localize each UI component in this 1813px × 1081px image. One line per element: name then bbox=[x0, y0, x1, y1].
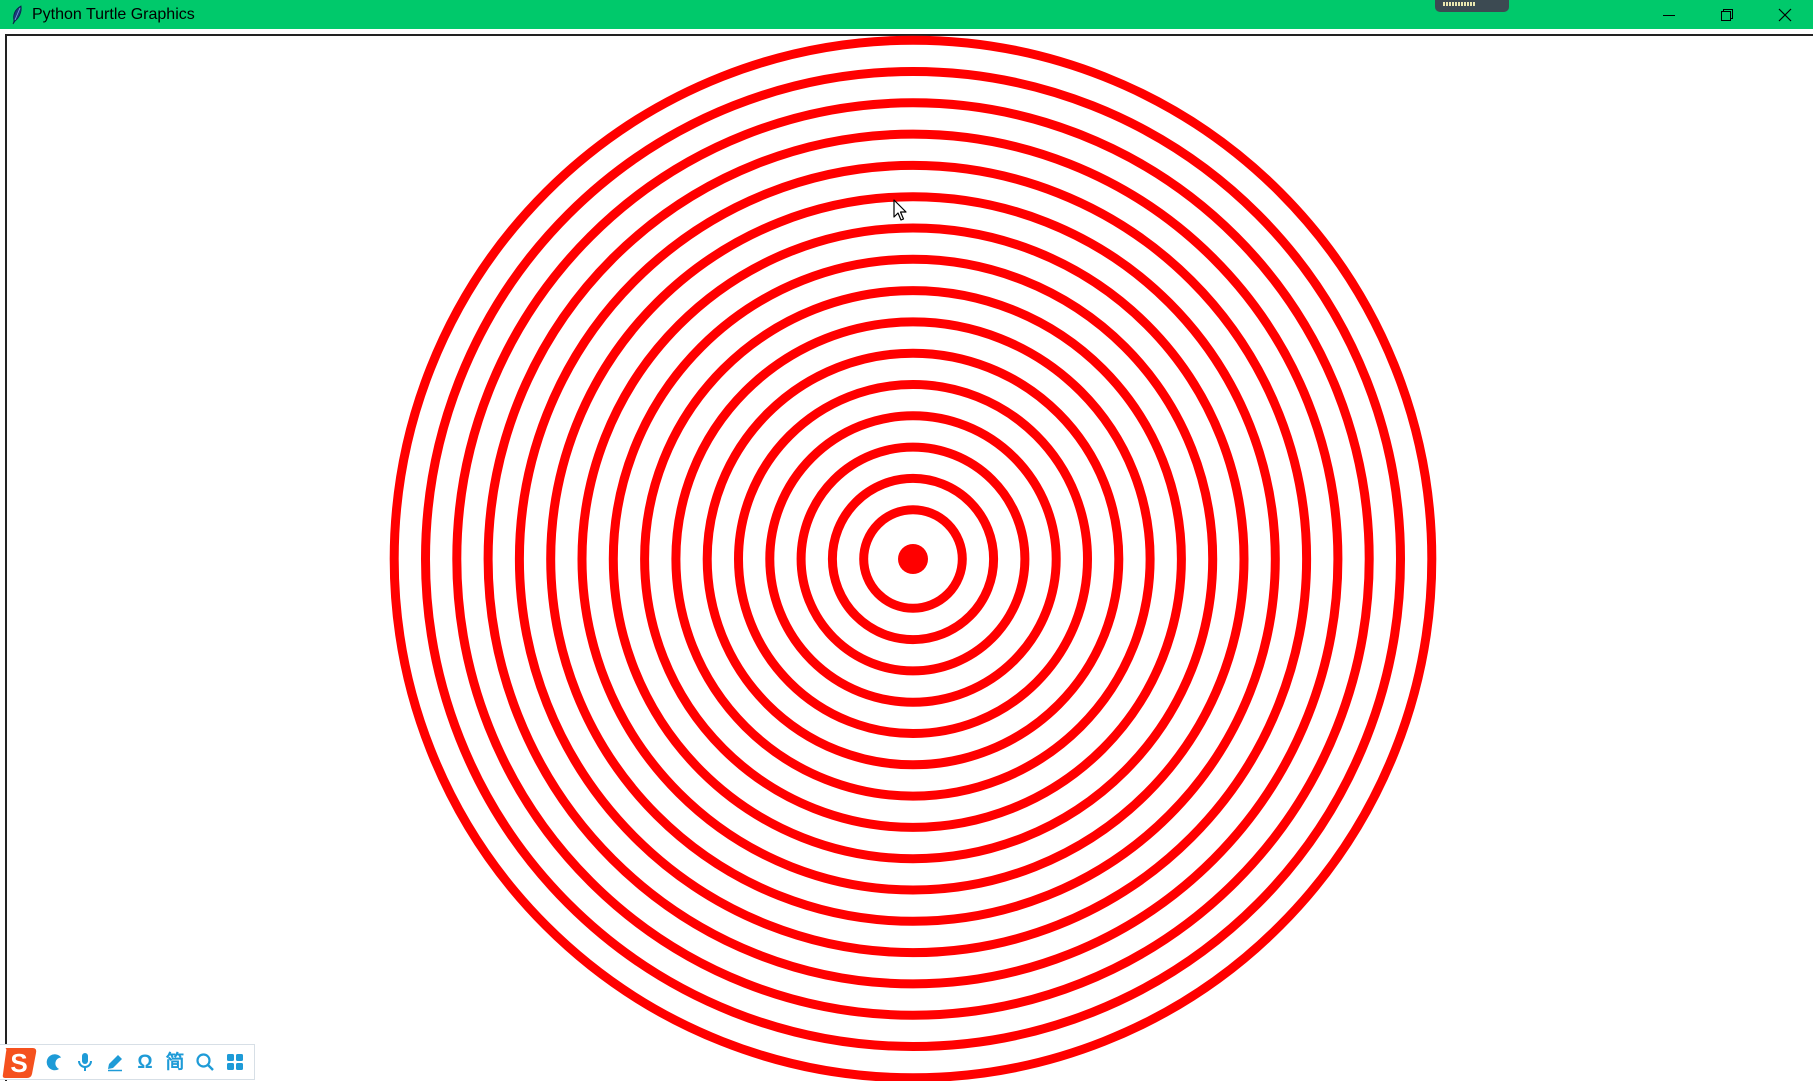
grid-apps-icon bbox=[227, 1054, 243, 1070]
ime-symbols-button[interactable]: Ω bbox=[130, 1047, 160, 1077]
search-icon bbox=[196, 1053, 214, 1071]
microphone-icon bbox=[78, 1053, 92, 1071]
moon-icon bbox=[46, 1054, 62, 1071]
ime-toolbar[interactable]: S Ω 简 bbox=[0, 1044, 255, 1080]
ime-search-button[interactable] bbox=[190, 1047, 220, 1077]
center-dot bbox=[898, 544, 928, 574]
omega-icon: Ω bbox=[137, 1051, 153, 1073]
ime-logo-icon[interactable]: S bbox=[0, 1044, 40, 1080]
turtle-drawing bbox=[389, 35, 1437, 1081]
ime-mode-button[interactable] bbox=[40, 1047, 70, 1077]
mouse-cursor-icon bbox=[893, 199, 907, 221]
ime-toolbox-button[interactable] bbox=[220, 1047, 250, 1077]
pen-icon bbox=[108, 1055, 122, 1072]
ime-handwriting-button[interactable] bbox=[100, 1047, 130, 1077]
simplified-chinese-icon: 简 bbox=[165, 1051, 185, 1073]
ime-voice-button[interactable] bbox=[70, 1047, 100, 1077]
ime-logo-letter: S bbox=[10, 1048, 27, 1078]
ime-simplified-button[interactable]: 简 bbox=[160, 1047, 190, 1077]
